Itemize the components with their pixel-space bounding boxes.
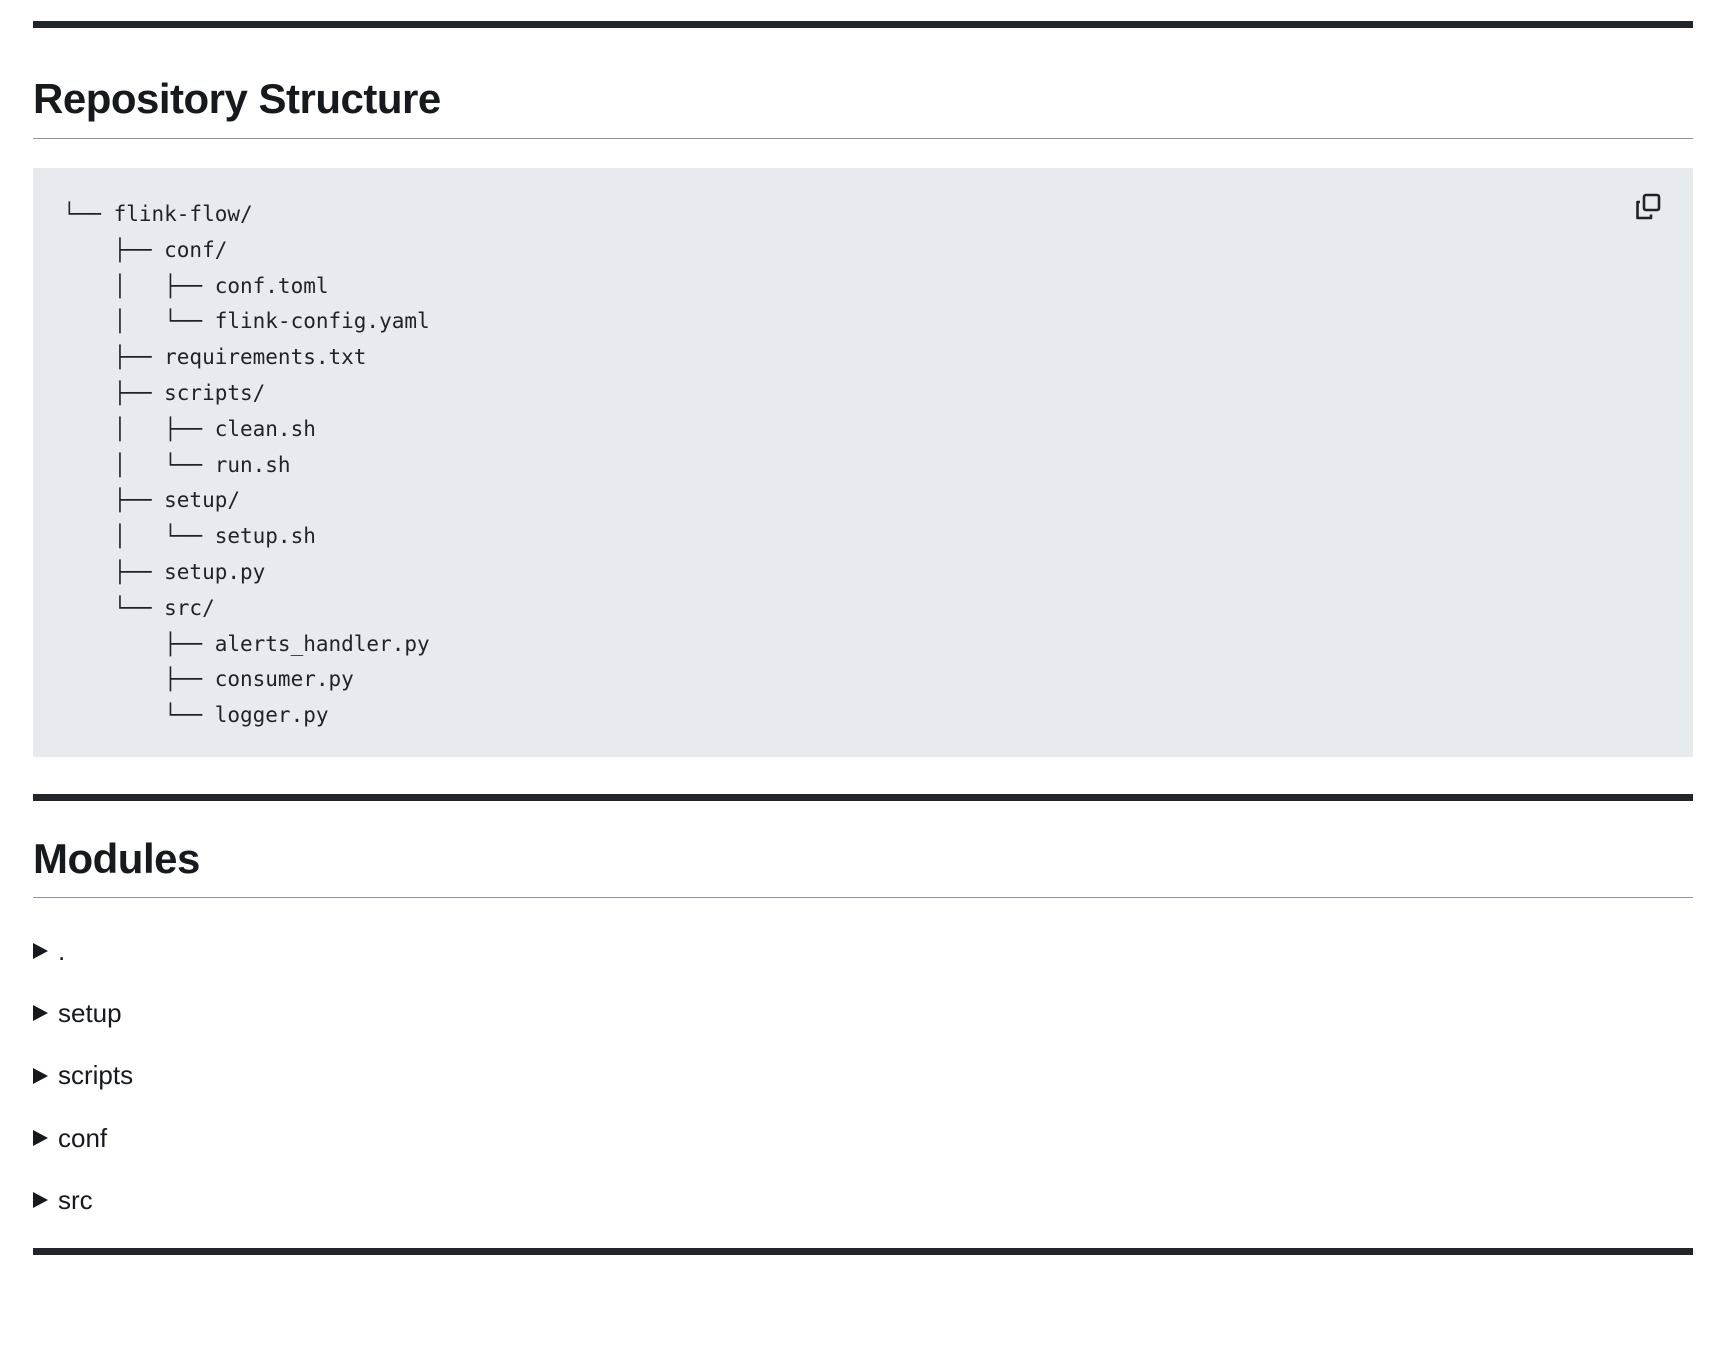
tree-line: ├── setup/ (63, 488, 241, 513)
repository-structure-heading: Repository Structure (33, 75, 441, 122)
heading-underline (33, 138, 1693, 139)
code-block: └── flink-flow/ ├── conf/ │ ├── conf.tom… (33, 168, 1693, 757)
tree-line: ├── requirements.txt (63, 345, 367, 370)
tree-line: │ ├── clean.sh (63, 416, 316, 441)
tree-line: │ ├── conf.toml (63, 273, 329, 298)
module-label: src (58, 1184, 93, 1215)
tree-line: ├── conf/ (63, 237, 228, 262)
module-expander-scripts[interactable]: scripts (33, 1045, 133, 1107)
tree-line: ├── setup.py (63, 559, 266, 584)
triangle-right-icon (33, 1192, 48, 1209)
section-divider (33, 1248, 1693, 1255)
tree-line: │ └── flink-config.yaml (63, 309, 430, 334)
modules-heading: Modules (33, 835, 200, 882)
tree-line: └── src/ (63, 595, 215, 620)
triangle-right-icon (33, 943, 48, 960)
module-label: setup (58, 997, 122, 1028)
tree-line: ├── scripts/ (63, 380, 266, 405)
copy-icon (1636, 193, 1661, 220)
section-divider (33, 21, 1693, 28)
section-divider (33, 794, 1693, 801)
module-expander-root[interactable]: . (33, 920, 133, 982)
module-expander-src[interactable]: src (33, 1169, 133, 1231)
modules-list: . setup scripts conf src (33, 920, 133, 1231)
module-label: conf (58, 1122, 108, 1153)
triangle-right-icon (33, 1005, 48, 1022)
module-expander-setup[interactable]: setup (33, 982, 133, 1044)
tree-line: └── logger.py (63, 703, 329, 728)
module-label: . (58, 935, 66, 966)
module-label: scripts (58, 1060, 134, 1091)
tree-line: └── flink-flow/ (63, 202, 253, 226)
copy-button[interactable] (1633, 192, 1665, 224)
tree-line: │ └── setup.sh (63, 524, 316, 549)
tree-line: │ └── run.sh (63, 452, 291, 477)
module-expander-conf[interactable]: conf (33, 1107, 133, 1169)
triangle-right-icon (33, 1067, 48, 1084)
triangle-right-icon (33, 1130, 48, 1147)
heading-underline (33, 897, 1693, 898)
tree-line: ├── alerts_handler.py (63, 631, 430, 656)
tree-line: ├── consumer.py (63, 667, 354, 692)
repository-tree: └── flink-flow/ ├── conf/ │ ├── conf.tom… (63, 197, 430, 734)
